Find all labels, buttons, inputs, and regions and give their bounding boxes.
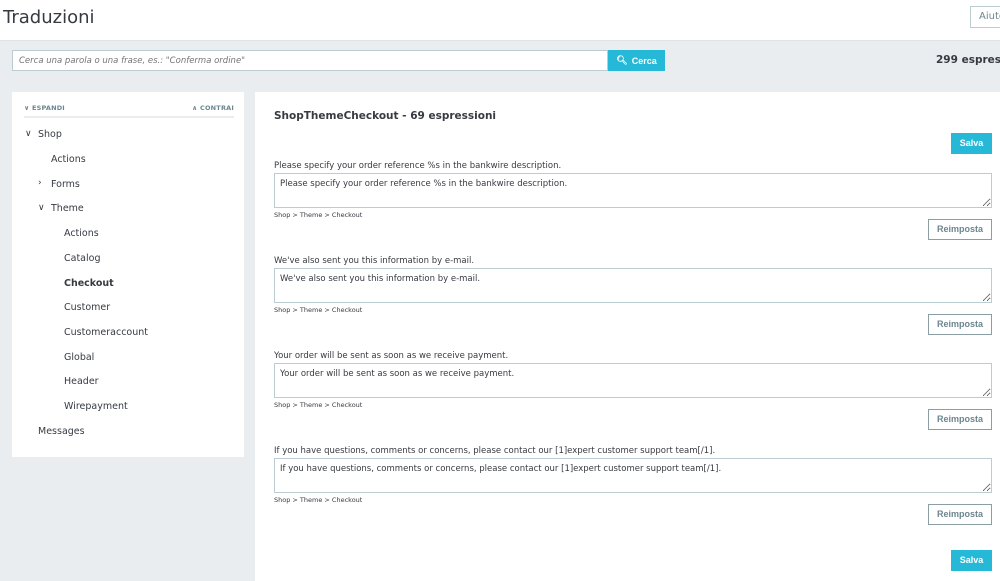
chevron-right-icon[interactable]: › bbox=[38, 178, 42, 188]
chevron-down-icon: ∨ bbox=[24, 104, 30, 112]
search-button[interactable]: 🔍︎ Cerca bbox=[608, 50, 665, 71]
breadcrumb: Shop > Theme > Checkout bbox=[274, 401, 363, 409]
tree-node-forms[interactable]: Forms bbox=[51, 179, 80, 190]
search-input[interactable] bbox=[12, 50, 608, 71]
tree-node-header[interactable]: Header bbox=[64, 376, 99, 387]
reset-button[interactable]: Reimposta bbox=[928, 504, 992, 525]
source-text: Your order will be sent as soon as we re… bbox=[274, 351, 509, 361]
save-button[interactable]: Salva bbox=[951, 133, 992, 154]
translation-input[interactable]: Please specify your order reference %s i… bbox=[274, 173, 992, 208]
breadcrumb: Shop > Theme > Checkout bbox=[274, 496, 363, 504]
tree-node-checkout[interactable]: Checkout bbox=[64, 278, 114, 289]
search-button-label: Cerca bbox=[631, 55, 657, 66]
translation-input[interactable]: Your order will be sent as soon as we re… bbox=[274, 363, 992, 398]
translation-tree: ∨ ESPANDI ∧ CONTRAI ∨ Shop Actions › For… bbox=[12, 92, 244, 457]
source-text: Please specify your order reference %s i… bbox=[274, 161, 562, 171]
tree-node-customer[interactable]: Customer bbox=[64, 302, 110, 313]
expression-count: 299 espressioni bbox=[936, 54, 1000, 66]
chevron-down-icon[interactable]: ∨ bbox=[25, 129, 32, 139]
domain-title: ShopThemeCheckout - 69 espressioni bbox=[274, 110, 497, 122]
translations-panel: ShopThemeCheckout - 69 espressioni Salva… bbox=[255, 92, 1000, 581]
tree-node-actions[interactable]: Actions bbox=[51, 154, 86, 165]
breadcrumb: Shop > Theme > Checkout bbox=[274, 306, 363, 314]
tree-node-shop[interactable]: Shop bbox=[38, 129, 62, 140]
tree-node-customeraccount[interactable]: Customeraccount bbox=[64, 327, 148, 338]
translation-input[interactable]: If you have questions, comments or conce… bbox=[274, 458, 992, 493]
collapse-all-button[interactable]: ∧ CONTRAI bbox=[192, 104, 234, 112]
search-icon: 🔍︎ bbox=[616, 55, 628, 65]
translation-item: We've also sent you this information by … bbox=[274, 256, 992, 336]
source-text: If you have questions, comments or conce… bbox=[274, 446, 716, 456]
tree-node-wirepayment[interactable]: Wirepayment bbox=[64, 401, 128, 412]
divider bbox=[24, 116, 234, 118]
reset-button[interactable]: Reimposta bbox=[928, 219, 992, 240]
tree-node-messages[interactable]: Messages bbox=[38, 426, 85, 437]
reset-button[interactable]: Reimposta bbox=[928, 409, 992, 430]
expand-all-button[interactable]: ∨ ESPANDI bbox=[24, 104, 65, 112]
page-header: Traduzioni Aiuto bbox=[0, 0, 1000, 41]
source-text: We've also sent you this information by … bbox=[274, 256, 475, 266]
tree-node-catalog[interactable]: Catalog bbox=[64, 253, 100, 264]
save-button-bottom[interactable]: Salva bbox=[951, 550, 992, 571]
chevron-down-icon[interactable]: ∨ bbox=[38, 203, 45, 213]
page-title: Traduzioni bbox=[3, 7, 95, 28]
translation-item: Your order will be sent as soon as we re… bbox=[274, 351, 992, 431]
translation-item: Please specify your order reference %s i… bbox=[274, 161, 992, 241]
translation-input[interactable]: We've also sent you this information by … bbox=[274, 268, 992, 303]
tree-node-global[interactable]: Global bbox=[64, 352, 94, 363]
tree-node-theme[interactable]: Theme bbox=[51, 203, 84, 214]
help-button[interactable]: Aiuto bbox=[970, 6, 1000, 28]
reset-button[interactable]: Reimposta bbox=[928, 314, 992, 335]
breadcrumb: Shop > Theme > Checkout bbox=[274, 211, 363, 219]
translation-item: If you have questions, comments or conce… bbox=[274, 446, 992, 526]
chevron-up-icon: ∧ bbox=[192, 104, 198, 112]
tree-node-theme-actions[interactable]: Actions bbox=[64, 228, 99, 239]
